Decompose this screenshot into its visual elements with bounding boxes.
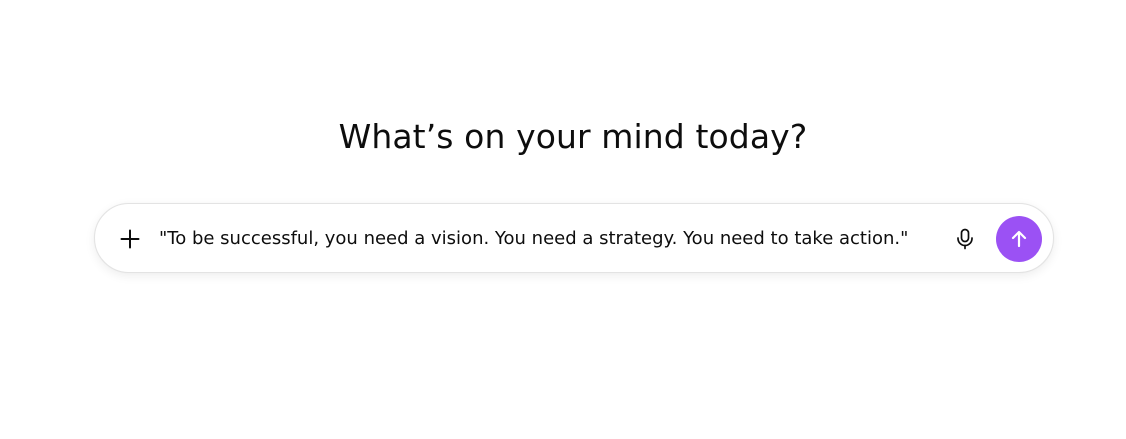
send-button[interactable] <box>996 216 1042 262</box>
microphone-icon <box>957 228 973 250</box>
chat-home: What’s on your mind today? "To be succes… <box>0 0 1126 439</box>
page-title: What’s on your mind today? <box>338 117 808 156</box>
plus-icon <box>120 229 140 249</box>
voice-input-button[interactable] <box>949 223 981 255</box>
add-attachment-button[interactable] <box>112 221 148 257</box>
arrow-up-icon <box>1011 230 1027 248</box>
prompt-input[interactable]: "To be successful, you need a vision. Yo… <box>159 226 939 252</box>
prompt-composer: "To be successful, you need a vision. Yo… <box>94 203 1054 273</box>
